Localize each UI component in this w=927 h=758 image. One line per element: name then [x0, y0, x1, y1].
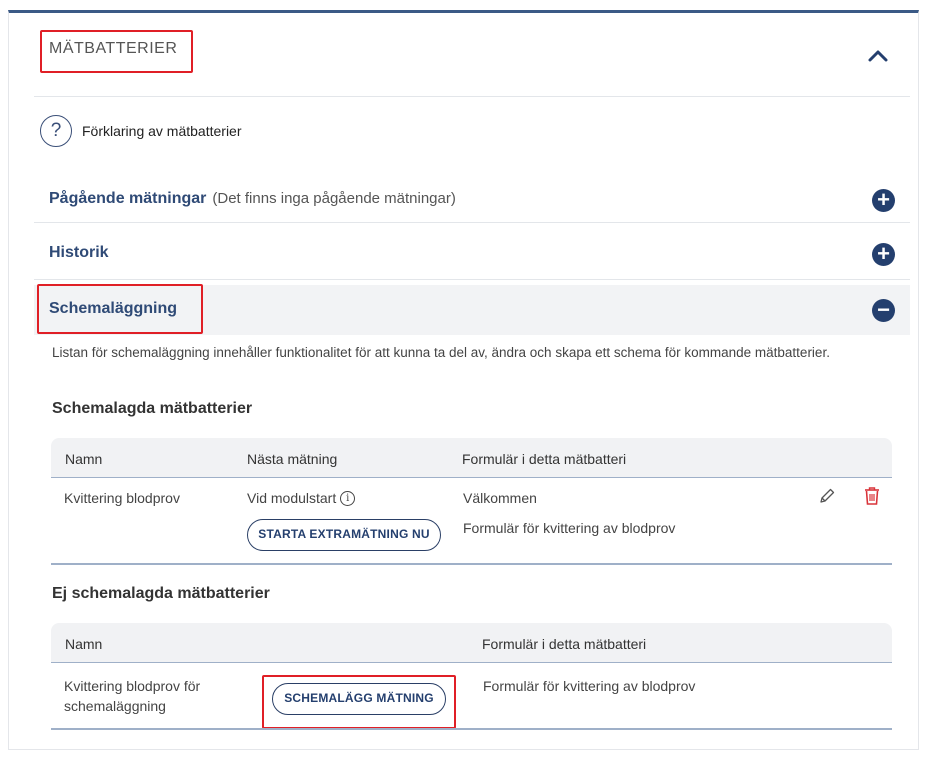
- start-extra-measurement-button[interactable]: STARTA EXTRAMÄTNING NU: [247, 519, 441, 551]
- unscheduled-heading: Ej schemalagda mätbatterier: [52, 585, 270, 602]
- highlight-scheduling: [37, 284, 203, 334]
- info-icon[interactable]: i: [340, 491, 356, 506]
- section-ongoing[interactable]: Pågående mätningar (Det finns inga pågåen…: [34, 176, 910, 226]
- col-next: Nästa mätning: [247, 451, 338, 467]
- form-item: Formulär för kvittering av blodprov: [483, 678, 696, 694]
- battery-name-line1: Kvittering blodprov för: [64, 678, 201, 694]
- col-name: Namn: [65, 451, 103, 467]
- section-ongoing-title: Pågående mätningar (Det finns inga pågåen…: [49, 190, 456, 208]
- section-ongoing-label: Pågående mätningar: [49, 190, 207, 207]
- col-forms: Formulär i detta mätbatteri: [462, 451, 627, 467]
- scheduled-heading: Schemalagda mätbatterier: [52, 400, 253, 417]
- next-measurement-text: Vid modulstart: [247, 490, 337, 506]
- minus-circle-icon[interactable]: −: [872, 299, 895, 322]
- scheduling-description: Listan för schemaläggning innehåller fun…: [52, 345, 830, 360]
- scheduled-table-header: Namn Nästa mätning Formulär i detta mätb…: [51, 438, 892, 478]
- unscheduled-table-header: Namn Formulär i detta mätbatteri: [51, 623, 892, 663]
- section-history-title: Historik: [49, 244, 109, 261]
- plus-circle-icon[interactable]: +: [872, 189, 895, 212]
- section-ongoing-note: (Det finns inga pågående mätningar): [212, 190, 456, 207]
- next-measurement: Vid modulstart i: [247, 490, 356, 506]
- chevron-up-icon[interactable]: [866, 44, 890, 68]
- battery-name: Kvittering blodprov: [64, 490, 180, 506]
- highlight-panel-title: [40, 30, 193, 73]
- form-item: Formulär för kvittering av blodprov: [463, 520, 676, 536]
- form-item: Välkommen: [463, 490, 537, 506]
- battery-name-line2: schemaläggning: [64, 698, 166, 714]
- row-divider: [51, 728, 892, 730]
- help-link[interactable]: Förklaring av mätbatterier: [82, 123, 242, 139]
- question-circle-icon[interactable]: ?: [40, 115, 72, 147]
- divider: [34, 96, 910, 97]
- row-divider: [51, 563, 892, 565]
- plus-circle-icon[interactable]: +: [872, 243, 895, 266]
- col-forms: Formulär i detta mätbatteri: [482, 636, 647, 652]
- col-name: Namn: [65, 636, 103, 652]
- divider: [34, 279, 910, 280]
- divider: [34, 222, 910, 223]
- trash-icon[interactable]: [863, 486, 881, 506]
- section-history[interactable]: Historik +: [34, 229, 910, 279]
- highlight-schedule-button: [262, 675, 456, 729]
- pencil-icon[interactable]: [818, 487, 836, 505]
